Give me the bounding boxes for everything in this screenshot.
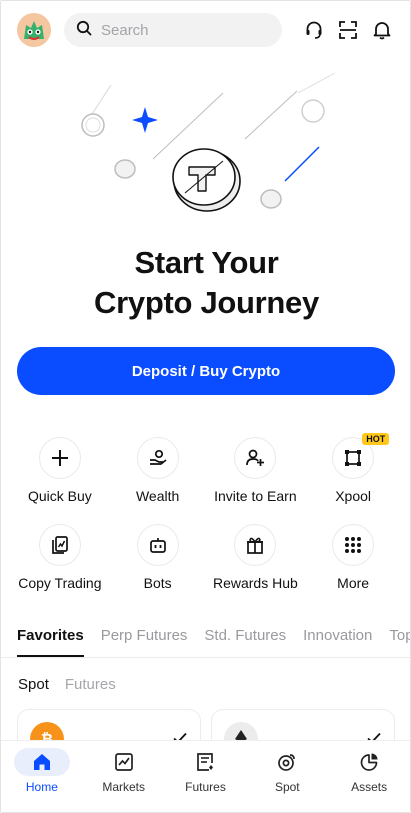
copy-trading-icon — [38, 524, 81, 566]
shortcut-label: Bots — [143, 575, 172, 591]
market-subtabs: Spot Futures — [18, 676, 116, 693]
spot-icon — [259, 748, 315, 776]
nav-label: Futures — [185, 780, 226, 794]
search-placeholder: Search — [101, 21, 149, 39]
add-user-icon — [234, 437, 277, 479]
hot-badge: HOT — [362, 433, 390, 445]
hero-title: Start Your Crypto Journey — [1, 243, 410, 323]
markets-icon — [96, 748, 152, 776]
gift-icon — [234, 524, 277, 566]
nav-label: Markets — [102, 780, 146, 794]
shortcut-bots[interactable]: Bots — [109, 524, 207, 591]
hand-coin-icon — [136, 437, 179, 479]
hero-title-line1: Start Your — [134, 245, 279, 280]
nav-home[interactable]: Home — [6, 748, 78, 794]
shortcut-label: Invite to Earn — [214, 488, 297, 504]
nav-label: Spot — [274, 780, 300, 794]
tab-innovation[interactable]: Innovation — [303, 623, 372, 659]
grid-dots-icon — [332, 524, 375, 566]
headset-icon[interactable] — [304, 20, 324, 40]
subtab-spot[interactable]: Spot — [18, 676, 49, 693]
nav-markets[interactable]: Markets — [88, 748, 160, 794]
shortcuts-grid: Quick Buy Wealth Invite to Earn HOT Xpoo… — [11, 433, 402, 591]
shortcut-xpool[interactable]: HOT Xpool — [304, 433, 402, 504]
assets-icon — [341, 748, 397, 776]
hero-illustration — [73, 72, 343, 223]
shortcut-label: More — [337, 575, 370, 591]
shortcut-wealth[interactable]: Wealth — [109, 437, 207, 504]
tab-favorites[interactable]: Favorites — [17, 623, 84, 659]
avatar[interactable] — [17, 13, 51, 47]
nav-label: Assets — [351, 780, 388, 794]
bell-icon[interactable] — [372, 20, 392, 40]
search-icon — [76, 20, 92, 41]
shortcut-copy-trading[interactable]: Copy Trading — [11, 524, 109, 591]
shortcut-label: Copy Trading — [18, 575, 102, 591]
subtab-futures[interactable]: Futures — [65, 676, 116, 693]
deposit-buy-crypto-button[interactable]: Deposit / Buy Crypto — [17, 347, 395, 395]
shortcut-more[interactable]: More — [304, 524, 402, 591]
home-icon — [13, 748, 70, 776]
shortcut-label: Xpool — [335, 488, 372, 504]
plus-icon — [38, 437, 81, 479]
bot-icon — [136, 524, 179, 566]
bottom-nav: Home Markets Futures Spot Assets — [1, 740, 410, 812]
market-tabs: Favorites Perp Futures Std. Futures Inno… — [17, 623, 410, 659]
tab-std-futures[interactable]: Std. Futures — [204, 623, 286, 659]
tab-perp-futures[interactable]: Perp Futures — [101, 623, 188, 659]
tabs-divider — [1, 657, 410, 658]
nav-label: Home — [25, 780, 58, 794]
futures-icon — [177, 748, 233, 776]
nav-futures[interactable]: Futures — [169, 748, 241, 794]
shortcut-quick-buy[interactable]: Quick Buy — [11, 437, 109, 504]
shortcut-label: Rewards Hub — [212, 575, 298, 591]
search-bar[interactable]: Search — [64, 13, 282, 47]
shortcut-invite-to-earn[interactable]: Invite to Earn — [207, 437, 305, 504]
top-actions — [304, 20, 392, 40]
top-bar: Search — [17, 13, 394, 47]
nav-spot[interactable]: Spot — [251, 748, 323, 794]
scan-icon[interactable] — [338, 20, 358, 40]
app-frame: Search Start Your Crypto Journey Deposit… — [0, 0, 411, 813]
tab-top[interactable]: Top — [389, 623, 410, 659]
shortcut-label: Wealth — [135, 488, 180, 504]
shortcut-label: Quick Buy — [27, 488, 92, 504]
nav-assets[interactable]: Assets — [333, 748, 405, 794]
shortcut-rewards-hub[interactable]: Rewards Hub — [207, 524, 305, 591]
hero-title-line2: Crypto Journey — [94, 285, 319, 320]
